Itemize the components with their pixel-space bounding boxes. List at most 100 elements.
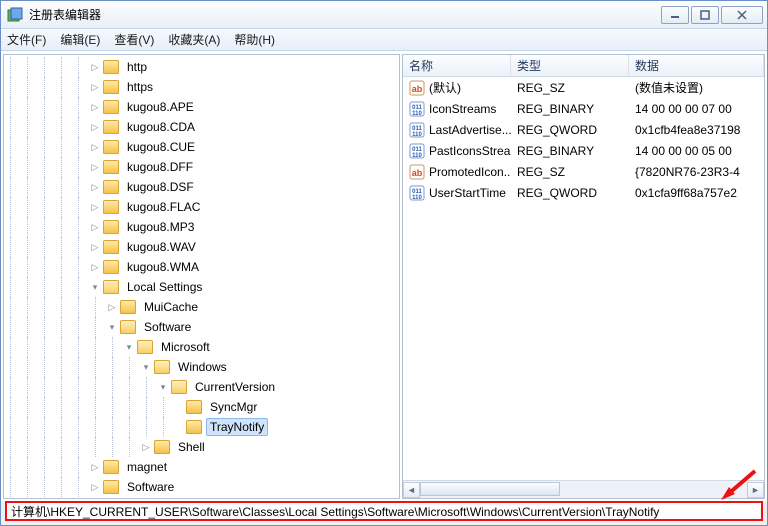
tree-item[interactable]: ▷MuiCache: [4, 297, 399, 317]
value-row[interactable]: ab(默认)REG_SZ(数值未设置): [403, 77, 764, 98]
menu-favorites[interactable]: 收藏夹(A): [168, 31, 220, 48]
tree-pane[interactable]: ▷http▷https▷kugou8.APE▷kugou8.CDA▷kugou8…: [3, 54, 400, 499]
col-type[interactable]: 类型: [511, 55, 629, 76]
tree-item[interactable]: ▷https: [4, 77, 399, 97]
folder-icon: [154, 440, 170, 454]
tree-item-label: CurrentVersion: [191, 378, 279, 396]
expand-icon[interactable]: ▷: [89, 61, 101, 73]
tree-item-label: Software: [123, 478, 178, 496]
menu-view[interactable]: 查看(V): [114, 31, 154, 48]
value-name: PastIconsStream: [429, 144, 511, 158]
value-data: 0x1cfb4fea8e37198: [629, 123, 764, 137]
value-row[interactable]: abPromotedIcon...REG_SZ{7820NR76-23R3-4: [403, 161, 764, 182]
value-row[interactable]: 011110PastIconsStreamREG_BINARY14 00 00 …: [403, 140, 764, 161]
expand-icon[interactable]: ▷: [106, 301, 118, 313]
expand-icon[interactable]: ▷: [89, 161, 101, 173]
expand-icon[interactable]: ▷: [89, 181, 101, 193]
value-row[interactable]: 011110UserStartTimeREG_QWORD0x1cfa9ff68a…: [403, 182, 764, 203]
collapse-icon[interactable]: ▾: [140, 361, 152, 373]
close-button[interactable]: [721, 6, 763, 24]
tree-item-label: kugou8.WAV: [123, 238, 200, 256]
tree-item[interactable]: ▾Windows: [4, 357, 399, 377]
folder-icon: [186, 420, 202, 434]
svg-text:110: 110: [412, 153, 422, 159]
folder-icon: [103, 460, 119, 474]
expand-icon[interactable]: ▷: [89, 261, 101, 273]
tree-item[interactable]: ▷kugou8.WMA: [4, 257, 399, 277]
scroll-right-button[interactable]: ►: [747, 482, 764, 498]
registry-editor-window: 注册表编辑器 文件(F) 编辑(E) 查看(V) 收藏夹(A) 帮助(H) ▷h…: [0, 0, 768, 526]
folder-icon: [103, 220, 119, 234]
svg-text:ab: ab: [412, 168, 423, 178]
scroll-thumb[interactable]: [420, 482, 560, 496]
tree-item[interactable]: SyncMgr: [4, 397, 399, 417]
value-name: (默认): [429, 79, 461, 96]
expand-icon[interactable]: ▷: [140, 441, 152, 453]
expand-icon[interactable]: ▷: [89, 101, 101, 113]
tree-item[interactable]: ▷kugou8.DFF: [4, 157, 399, 177]
expand-icon[interactable]: ▷: [89, 141, 101, 153]
tree-item[interactable]: ▷ kugou8.CUE: [4, 137, 399, 157]
tree-item[interactable]: ▾Software: [4, 317, 399, 337]
collapse-icon[interactable]: ▾: [89, 281, 101, 293]
tree-item[interactable]: ▷http: [4, 57, 399, 77]
tree-item[interactable]: ▷ kugou8.APE: [4, 97, 399, 117]
tree-item[interactable]: ▾Local Settings: [4, 277, 399, 297]
tree-item[interactable]: ▷ Software: [4, 477, 399, 497]
folder-icon: [103, 200, 119, 214]
title-bar[interactable]: 注册表编辑器: [1, 1, 767, 29]
tree-item-label: kugou8.CUE: [123, 138, 199, 156]
expand-icon[interactable]: ▷: [89, 121, 101, 133]
tree-item[interactable]: ▾ CurrentVersion: [4, 377, 399, 397]
maximize-button[interactable]: [691, 6, 719, 24]
tree-item[interactable]: ▷ kugou8.FLAC: [4, 197, 399, 217]
tree-item[interactable]: ▷Shell: [4, 437, 399, 457]
tree-item-label: magnet: [123, 458, 171, 476]
menu-file[interactable]: 文件(F): [7, 31, 46, 48]
expand-icon[interactable]: ▷: [89, 241, 101, 253]
folder-icon: [154, 360, 170, 374]
folder-icon: [103, 280, 119, 294]
tree-item[interactable]: ▷ kugou8.WAV: [4, 237, 399, 257]
svg-text:110: 110: [412, 195, 422, 201]
column-headers: 名称 类型 数据: [403, 55, 764, 77]
tree-item[interactable]: ▾Microsoft: [4, 337, 399, 357]
value-name: IconStreams: [429, 102, 496, 116]
col-name[interactable]: 名称: [403, 55, 511, 76]
tree-item[interactable]: ▷ magnet: [4, 457, 399, 477]
expand-icon[interactable]: ▷: [89, 201, 101, 213]
menu-edit[interactable]: 编辑(E): [60, 31, 100, 48]
collapse-icon[interactable]: ▾: [106, 321, 118, 333]
tree-item-label: kugou8.FLAC: [123, 198, 204, 216]
collapse-icon[interactable]: ▾: [157, 381, 169, 393]
value-data: (数值未设置): [629, 79, 764, 96]
value-data: {7820NR76-23R3-4: [629, 165, 764, 179]
string-value-icon: ab: [409, 164, 425, 180]
folder-icon: [103, 260, 119, 274]
value-type: REG_BINARY: [511, 102, 629, 116]
values-list[interactable]: ab (默认) REG_SZ(数值未设置) 011110 IconStreams REG_…: [403, 77, 764, 480]
horizontal-scrollbar[interactable]: ◄ ►: [403, 480, 764, 498]
menu-help[interactable]: 帮助(H): [234, 31, 275, 48]
expand-icon[interactable]: ▷: [89, 461, 101, 473]
value-type: REG_SZ: [511, 81, 629, 95]
expand-icon[interactable]: ▷: [89, 221, 101, 233]
tree-item[interactable]: TrayNotify: [4, 417, 399, 437]
scroll-left-button[interactable]: ◄: [403, 482, 420, 498]
col-data[interactable]: 数据: [629, 55, 764, 76]
expand-icon[interactable]: ▷: [89, 81, 101, 93]
folder-icon: [103, 140, 119, 154]
tree-item[interactable]: ▷kugou8.CDA: [4, 117, 399, 137]
value-row[interactable]: 011110LastAdvertise...REG_QWORD0x1cfb4fe…: [403, 119, 764, 140]
collapse-icon[interactable]: ▾: [123, 341, 135, 353]
tree-item-label: kugou8.APE: [123, 98, 198, 116]
scroll-track[interactable]: [420, 482, 747, 498]
expand-icon[interactable]: ▷: [89, 481, 101, 493]
tree-item[interactable]: ▷kugou8.MP3: [4, 217, 399, 237]
binary-value-icon: 011110: [409, 122, 425, 138]
value-row[interactable]: 011110IconStreamsREG_BINARY14 00 00 00 0…: [403, 98, 764, 119]
menu-bar: 文件(F) 编辑(E) 查看(V) 收藏夹(A) 帮助(H): [1, 29, 767, 51]
minimize-button[interactable]: [661, 6, 689, 24]
value-name: LastAdvertise...: [429, 123, 511, 137]
tree-item[interactable]: ▷kugou8.DSF: [4, 177, 399, 197]
